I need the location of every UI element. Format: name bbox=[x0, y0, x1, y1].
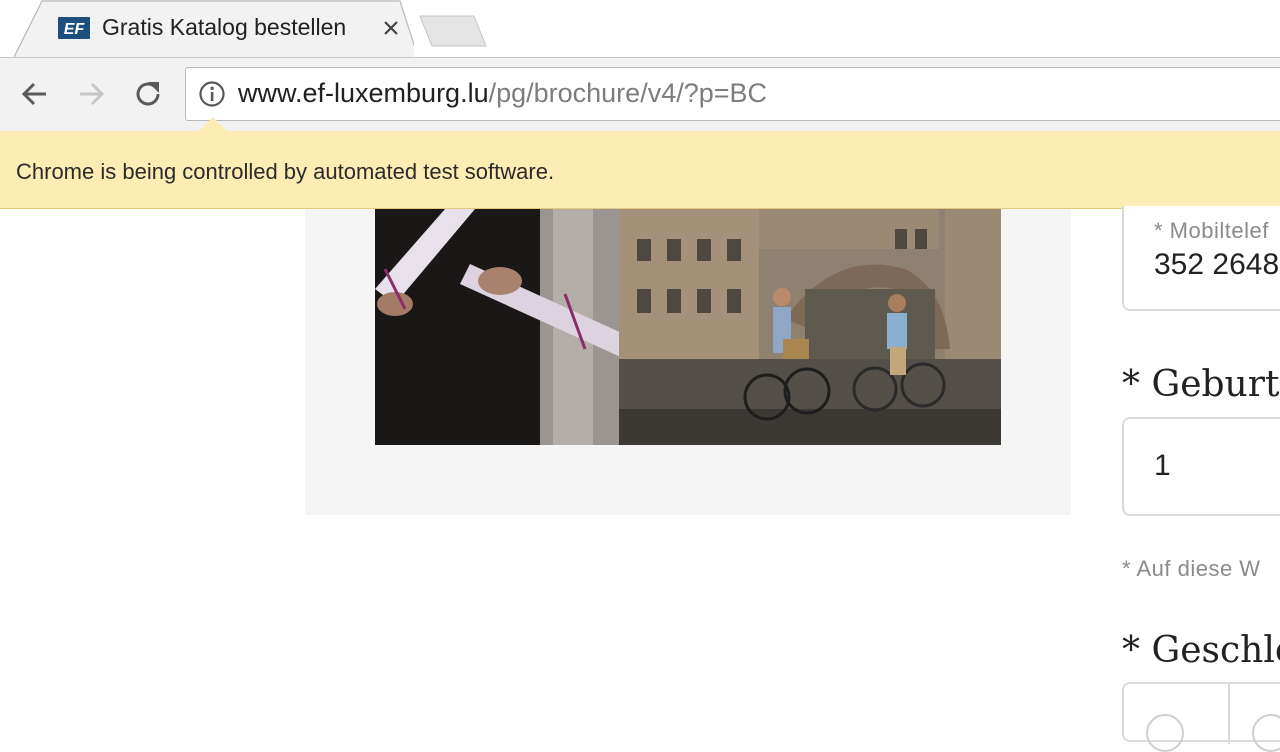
url-text[interactable]: www.ef-luxemburg.lu/pg/brochure/v4/?p=BC bbox=[238, 78, 767, 109]
birth-day-value: 1 bbox=[1154, 449, 1171, 482]
back-icon[interactable] bbox=[17, 76, 53, 112]
browser-toolbar: www.ef-luxemburg.lu/pg/brochure/v4/?p=BC bbox=[0, 57, 1280, 131]
mobile-phone-value: 352 2648 bbox=[1154, 248, 1280, 281]
svg-text:EF: EF bbox=[64, 21, 86, 38]
mobile-phone-label: * Mobiltelef bbox=[1154, 218, 1269, 243]
automation-infobar: Chrome is being controlled by automated … bbox=[0, 117, 1280, 209]
url-host: www.ef-luxemburg.lu bbox=[238, 78, 489, 108]
info-icon[interactable] bbox=[198, 80, 226, 108]
url-path: /pg/brochure/v4/?p=BC bbox=[488, 78, 768, 108]
reload-icon[interactable] bbox=[130, 76, 166, 112]
birth-day-select[interactable]: 1 bbox=[1122, 417, 1280, 516]
gender-divider bbox=[1228, 684, 1230, 744]
address-bar[interactable]: www.ef-luxemburg.lu/pg/brochure/v4/?p=BC bbox=[185, 67, 1280, 121]
close-tab-icon[interactable] bbox=[379, 16, 403, 40]
gender-heading: * Geschlec bbox=[1122, 630, 1280, 671]
tab-title: Gratis Katalog bestellen bbox=[102, 14, 347, 40]
browser-tab[interactable]: EF Gratis Katalog bestellen bbox=[14, 0, 414, 58]
required-hint: * Auf diese W bbox=[1122, 556, 1261, 581]
gender-options bbox=[1122, 682, 1280, 752]
students-photo bbox=[375, 209, 1001, 445]
ef-logo-icon: EF bbox=[58, 17, 90, 39]
new-tab-button[interactable] bbox=[418, 14, 488, 48]
forward-icon[interactable] bbox=[73, 76, 109, 112]
infobar-message: Chrome is being controlled by automated … bbox=[16, 159, 555, 184]
infobar-notch bbox=[198, 117, 228, 132]
mobile-phone-field[interactable]: * Mobiltelef 352 2648 bbox=[1122, 206, 1280, 311]
tab-strip: EF Gratis Katalog bestellen bbox=[0, 0, 1280, 58]
birthdate-heading: * Geburtsd bbox=[1122, 364, 1280, 405]
